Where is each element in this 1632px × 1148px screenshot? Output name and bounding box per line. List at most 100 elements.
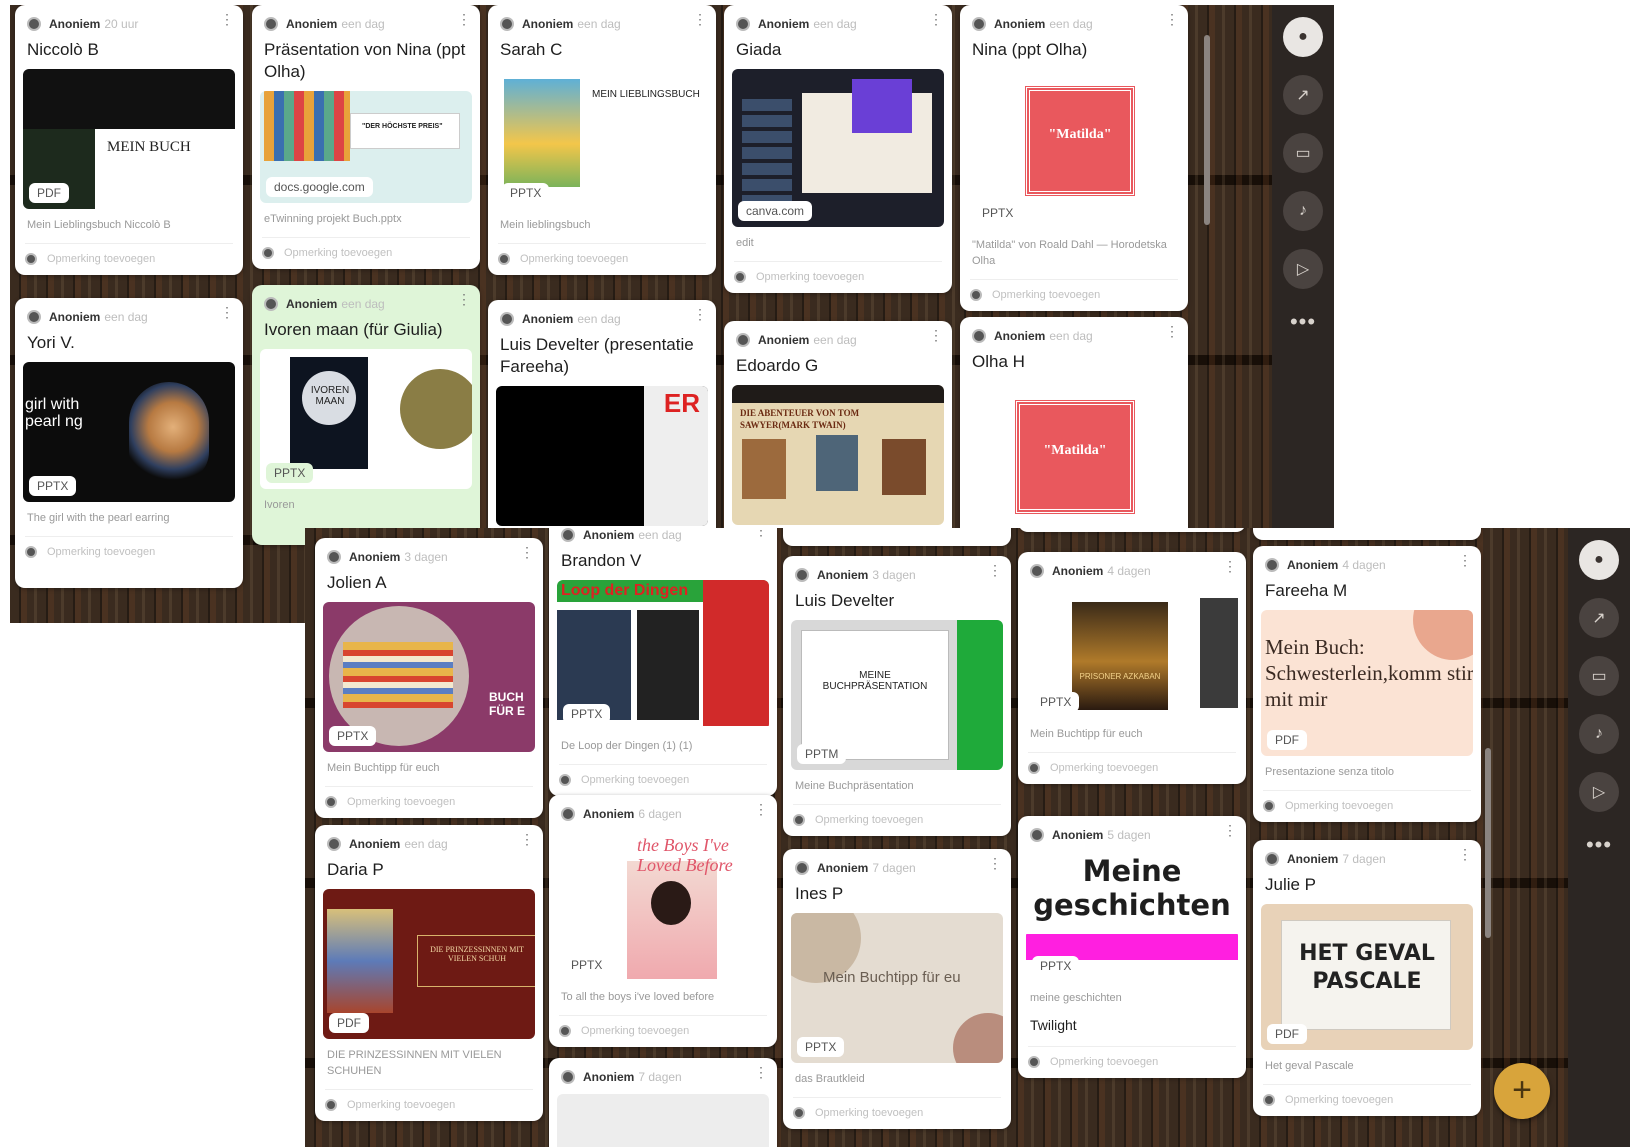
play-icon[interactable]: ▷	[1579, 772, 1619, 812]
profile-icon[interactable]: ●	[1579, 540, 1619, 580]
post-card[interactable]: Anoniem 6 dagen ⋮ the Boys I've Loved Befo…	[549, 795, 777, 1047]
add-post-button[interactable]: +	[1494, 1063, 1550, 1119]
more-options-icon[interactable]: ⋮	[754, 801, 768, 818]
attachment-preview[interactable]: canva.com	[732, 69, 944, 227]
attachment-preview[interactable]: Loop der Dingen PPTX	[557, 580, 769, 730]
play-icon[interactable]: ▷	[1283, 249, 1323, 289]
add-comment[interactable]: Opmerking toevoegen	[498, 243, 706, 275]
attachment-preview[interactable]: DIE PRINZESSINNEN MIT VIELEN SCHUH PDF	[323, 889, 535, 1039]
attachment-preview[interactable]: HET GEVAL PASCALE PDF	[1261, 904, 1473, 1050]
attachment-preview[interactable]: BUCH FÜR E PPTX	[323, 602, 535, 752]
more-icon[interactable]: •••	[1586, 832, 1612, 858]
post-card[interactable]: Anoniem 7 dagen ⋮ Ines P Mein Buchtipp für…	[783, 849, 1011, 1129]
post-card[interactable]: Anoniem 3 dagen ⋮ Luis Develter MEINE BUCH…	[783, 556, 1011, 836]
attachment-preview[interactable]: Mein Buch: Schwesterlein,komm stirb mit …	[1261, 610, 1473, 756]
post-card[interactable]: Anoniem een dag ⋮ Nina (ppt Olha) "Matilda…	[960, 5, 1188, 311]
more-options-icon[interactable]: ⋮	[754, 528, 768, 539]
scrollbar[interactable]	[1204, 35, 1210, 225]
attachment-preview[interactable]: Mein Buchtipp für eu PPTX	[791, 913, 1003, 1063]
more-options-icon[interactable]: ⋮	[1458, 846, 1472, 863]
scrollbar[interactable]	[1485, 748, 1491, 938]
more-options-icon[interactable]: ⋮	[929, 11, 943, 28]
more-options-icon[interactable]: ⋮	[1223, 558, 1237, 575]
add-comment[interactable]: Opmerking toevoegen	[1028, 528, 1236, 530]
add-comment[interactable]: Opmerking toevoegen	[262, 237, 470, 269]
add-comment[interactable]: Opmerking toevoegen	[793, 1097, 1001, 1129]
post-card[interactable]: Anoniem een dag ⋮ Daria P DIE PRINZESSINNE…	[315, 825, 543, 1121]
attachment-preview[interactable]: girl with pearl ng PPTX	[23, 362, 235, 502]
more-options-icon[interactable]: ⋮	[1458, 552, 1472, 569]
add-comment[interactable]: Opmerking toevoegen	[325, 786, 533, 818]
more-options-icon[interactable]: ⋮	[457, 291, 471, 308]
attachment-preview[interactable]: MEINE BUCHPRÄSENTATION PPTM	[791, 620, 1003, 770]
more-options-icon[interactable]: ⋮	[220, 304, 234, 321]
post-card[interactable]: Anoniem 5 dagen ⋮ Meine geschichten PPTX m…	[1018, 816, 1246, 1078]
more-options-icon[interactable]: ⋮	[1165, 323, 1179, 340]
more-options-icon[interactable]: ⋮	[457, 11, 471, 28]
comment-placeholder: Opmerking toevoegen	[815, 1107, 924, 1119]
notification-bell-icon[interactable]: ♪	[1579, 714, 1619, 754]
add-comment[interactable]: Opmerking toevoegen	[1263, 528, 1471, 536]
more-options-icon[interactable]: ⋮	[693, 11, 707, 28]
post-card[interactable]: Anoniem een dag ⋮ Sarah C MEIN LIEBLINGSBU…	[488, 5, 716, 275]
post-card[interactable]: Anoniem een dag ⋮ Brandon V Loop der Dinge…	[549, 528, 777, 796]
post-card[interactable]	[783, 528, 1011, 546]
attachment-preview[interactable]: IVOREN MAAN PPTX	[260, 349, 472, 489]
attachment-preview[interactable]: DIE ABENTEUER VON TOM SAWYER(MARK TWAIN)	[732, 385, 944, 525]
more-options-icon[interactable]: ⋮	[220, 11, 234, 28]
add-comment[interactable]: Opmerking toevoegen	[559, 1015, 767, 1047]
attachment-preview[interactable]	[557, 1094, 769, 1147]
more-options-icon[interactable]: ⋮	[693, 306, 707, 323]
more-options-icon[interactable]: ⋮	[1223, 822, 1237, 839]
add-comment[interactable]: Opmerking toevoegen	[793, 804, 1001, 836]
add-comment[interactable]: Opmerking toevoegen	[1263, 1084, 1471, 1116]
share-icon[interactable]: ↗	[1579, 598, 1619, 638]
attachment-preview[interactable]: PPTX	[1026, 930, 1238, 982]
more-options-icon[interactable]: ⋮	[988, 855, 1002, 872]
more-options-icon[interactable]: ⋮	[1165, 11, 1179, 28]
post-card[interactable]: Anoniem 7 dagen ⋮	[549, 1058, 777, 1147]
add-comment[interactable]: Opmerking toevoegen	[25, 536, 233, 568]
post-card[interactable]: Anoniem 20 uur ⋮ Niccolò B MEIN BUCH PDF M…	[15, 5, 243, 275]
more-icon[interactable]: •••	[1290, 309, 1316, 335]
attachment-preview[interactable]: ER	[496, 386, 708, 526]
add-comment[interactable]: Opmerking toevoegen	[559, 764, 767, 796]
attachment-preview[interactable]: "Matilda"	[968, 381, 1180, 541]
add-comment[interactable]: Opmerking toevoegen	[325, 1089, 533, 1121]
more-options-icon[interactable]: ⋮	[929, 327, 943, 344]
post-card[interactable]: Anoniem 4 dagen ⋮ Fareeha M Mein Buch: Sch…	[1253, 546, 1481, 822]
notification-bell-icon[interactable]: ♪	[1283, 191, 1323, 231]
post-card[interactable]: Anoniem een dag ⋮ Ivoren maan (für Giulia)…	[252, 285, 480, 545]
attachment-preview[interactable]: MEIN LIEBLINGSBUCH PPTX	[496, 69, 708, 209]
post-header: Anoniem een dag ⋮	[488, 5, 716, 33]
more-options-icon[interactable]: ⋮	[988, 562, 1002, 579]
add-comment[interactable]: Opmerking toevoegen	[970, 279, 1178, 311]
attachment-preview[interactable]: MEIN BUCH PDF	[23, 69, 235, 209]
slideshow-icon[interactable]: ▭	[1283, 133, 1323, 173]
post-card[interactable]: Anoniem een dag ⋮ Luis Develter (presentat…	[488, 300, 716, 560]
attachment-preview[interactable]: "Matilda" PPTX	[968, 69, 1180, 229]
attachment-preview[interactable]: the Boys I've Loved Before PPTX	[557, 831, 769, 981]
post-card[interactable]: Opmerking toevoegen	[1018, 528, 1246, 532]
post-card[interactable]: Anoniem een dag ⋮ Giada canva.com edit Opm…	[724, 5, 952, 293]
add-comment[interactable]: Opmerking toevoegen	[1028, 1046, 1236, 1078]
post-card[interactable]: Anoniem 4 dagen ⋮ PRISONER AZKABAN PPTX Me…	[1018, 552, 1246, 784]
add-comment[interactable]: Opmerking toevoegen	[1263, 790, 1471, 822]
add-comment[interactable]: Opmerking toevoegen	[734, 261, 942, 293]
attachment-preview[interactable]: PRISONER AZKABAN PPTX	[1026, 588, 1238, 718]
attachment-preview[interactable]: "DER HÖCHSTE PREIS" docs.google.com	[260, 91, 472, 203]
post-card[interactable]: Anoniem 3 dagen ⋮ Jolien A BUCH FÜR E PPTX…	[315, 538, 543, 818]
post-card[interactable]: Opmerking toevoegen	[1253, 528, 1481, 540]
more-options-icon[interactable]: ⋮	[520, 831, 534, 848]
more-options-icon[interactable]: ⋮	[520, 544, 534, 561]
post-card[interactable]: Anoniem 7 dagen ⋮ Julie P HET GEVAL PASCAL…	[1253, 840, 1481, 1116]
share-icon[interactable]: ↗	[1283, 75, 1323, 115]
slide-title: HET GEVAL PASCALE	[1299, 941, 1435, 994]
more-options-icon[interactable]: ⋮	[754, 1064, 768, 1081]
post-card[interactable]: Anoniem een dag ⋮ Präsentation von Nina (p…	[252, 5, 480, 269]
post-card[interactable]: Anoniem een dag ⋮ Yori V. girl with pearl …	[15, 298, 243, 588]
add-comment[interactable]: Opmerking toevoegen	[25, 243, 233, 275]
add-comment[interactable]: Opmerking toevoegen	[1028, 752, 1236, 784]
profile-icon[interactable]: ●	[1283, 17, 1323, 57]
slideshow-icon[interactable]: ▭	[1579, 656, 1619, 696]
